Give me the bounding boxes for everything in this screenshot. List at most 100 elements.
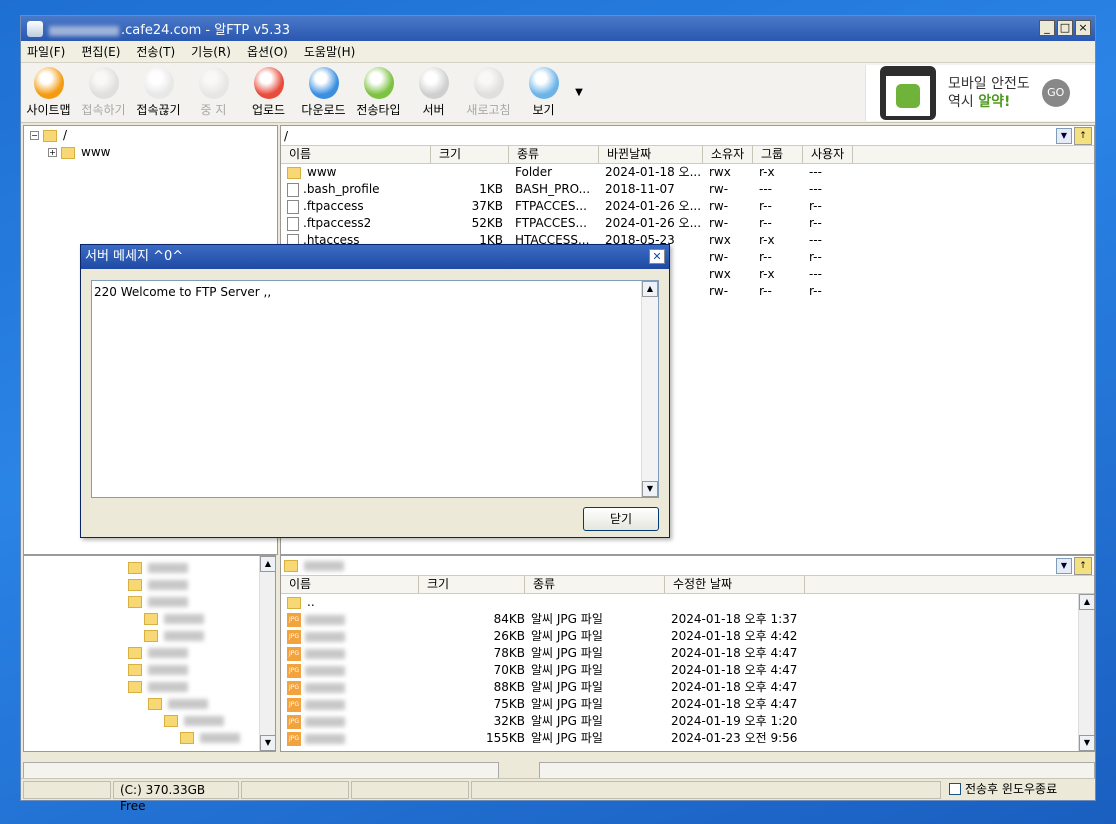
local-col-header[interactable]: 수정한 날짜 [665, 576, 805, 593]
local-tree-scrollbar[interactable]: ▲ ▼ [259, 556, 275, 751]
local-cell: 알씨 JPG 파일 [531, 697, 603, 711]
local-tree-node[interactable] [128, 679, 188, 693]
local-tree-node[interactable] [128, 594, 188, 608]
server-message-box[interactable]: 220 Welcome to FTP Server ,, ▲ ▼ [91, 280, 659, 498]
message-scrollbar[interactable]: ▲ ▼ [641, 281, 658, 497]
toolbar-more-arrow[interactable]: ▼ [571, 63, 587, 122]
path-dropdown-icon[interactable]: ▼ [1056, 128, 1072, 144]
remote-file-row[interactable]: .bash_profile 1KB BASH_PRO... 2018-11-07 rw-… [281, 181, 1094, 198]
remote-cell: r-- [759, 250, 772, 264]
tree-node-www[interactable]: + www [48, 145, 110, 159]
dialog-close-button[interactable]: 닫기 [583, 507, 659, 531]
tree-root[interactable]: − / [30, 128, 67, 142]
remote-file-row[interactable]: www Folder 2024-01-18 오... rwx r-x --- [281, 164, 1094, 181]
toolbar-button-1[interactable]: 접속하기 [76, 63, 131, 122]
scroll-down-icon[interactable]: ▼ [260, 735, 275, 751]
local-file-row[interactable]: JPG 84KB 알씨 JPG 파일 2024-01-18 오후 1:37 [281, 611, 1094, 628]
toolbar-button-2[interactable]: 접속끊기 [131, 63, 186, 122]
menu-file[interactable]: 파일(F) [27, 43, 65, 60]
local-tree-node[interactable] [144, 628, 204, 642]
toolbar-button-0[interactable]: 사이트맵 [21, 63, 76, 122]
ad-line1: 모바일 안전도 [948, 76, 1030, 92]
menu-transfer[interactable]: 전송(T) [136, 43, 175, 60]
local-col-header[interactable]: 크기 [419, 576, 525, 593]
local-tree-node[interactable] [148, 696, 208, 710]
scroll-down-icon[interactable]: ▼ [642, 481, 658, 497]
jpg-file-icon: JPG [287, 731, 301, 746]
local-file-row[interactable]: JPG 75KB 알씨 JPG 파일 2024-01-18 오후 4:47 [281, 696, 1094, 713]
minimize-button[interactable]: _ [1039, 20, 1055, 36]
toolbar-button-7[interactable]: 서버 [406, 63, 461, 122]
local-file-row[interactable]: JPG 70KB 알씨 JPG 파일 2024-01-18 오후 4:47 [281, 662, 1094, 679]
remote-col-header[interactable]: 그룹 [753, 146, 803, 163]
local-file-row[interactable]: JPG 32KB 알씨 JPG 파일 2024-01-19 오후 1:20 [281, 713, 1094, 730]
toolbar-button-6[interactable]: 전송타입 [351, 63, 406, 122]
close-window-button[interactable]: × [1075, 20, 1091, 36]
local-tree-node[interactable] [128, 577, 188, 591]
local-col-header[interactable]: 이름 [281, 576, 419, 593]
scroll-up-icon[interactable]: ▲ [1079, 594, 1094, 610]
remote-cell: rwx [709, 267, 731, 281]
toolbar-button-4[interactable]: 업로드 [241, 63, 296, 122]
scroll-up-icon[interactable]: ▲ [642, 281, 658, 297]
title-bar: .cafe24.com - 알FTP v5.33 _ □ × [21, 16, 1095, 41]
local-tree-hscroll[interactable] [23, 762, 499, 779]
menu-help[interactable]: 도움말(H) [304, 43, 356, 60]
local-file-row[interactable]: JPG 155KB 알씨 JPG 파일 2024-01-23 오전 9:56 [281, 730, 1094, 747]
toolbar-button-8[interactable]: 새로고침 [461, 63, 516, 122]
local-col-header[interactable]: 종류 [525, 576, 665, 593]
parent-folder-icon[interactable]: ↑ [1074, 557, 1092, 575]
remote-cell: r-- [759, 216, 772, 230]
remote-cell: r-x [759, 165, 775, 179]
toolbar-button-5[interactable]: 다운로드 [296, 63, 351, 122]
local-file-list[interactable]: ▼ ↑ 이름 크기 종류 수정한 날짜 .. JPG 84KB 알씨 JPG 파일 2024-… [280, 555, 1095, 752]
dialog-close-icon[interactable]: ✕ [649, 249, 665, 264]
remote-col-header[interactable]: 이름 [281, 146, 431, 163]
expand-icon[interactable]: + [48, 148, 57, 157]
local-file-row[interactable]: JPG 88KB 알씨 JPG 파일 2024-01-18 오후 4:47 [281, 679, 1094, 696]
remote-path-bar[interactable]: / ▼ ↑ [281, 126, 1094, 146]
local-file-row[interactable]: .. [281, 594, 1094, 611]
local-list-hscroll[interactable] [539, 762, 1095, 779]
close-after-transfer[interactable]: 전송후 윈도우종료 [943, 781, 1075, 799]
menu-function[interactable]: 기능(R) [191, 43, 231, 60]
local-tree-node[interactable] [164, 713, 224, 727]
toolbar-button-3[interactable]: 중 지 [186, 63, 241, 122]
go-button[interactable]: GO [1041, 79, 1070, 107]
remote-cell: 37KB [471, 199, 503, 213]
folder-icon [128, 561, 142, 574]
local-cell: 75KB [493, 697, 525, 711]
local-file-row[interactable]: JPG 26KB 알씨 JPG 파일 2024-01-18 오후 4:42 [281, 628, 1094, 645]
remote-file-row[interactable]: .ftpaccess 37KB FTPACCES... 2024-01-26 오...… [281, 198, 1094, 215]
scroll-up-icon[interactable]: ▲ [260, 556, 275, 572]
ad-banner[interactable]: 모바일 안전도 역시 알약! GO [865, 65, 1095, 121]
local-path-bar[interactable]: ▼ ↑ [281, 556, 1094, 576]
menu-options[interactable]: 옵션(O) [247, 43, 288, 60]
local-tree-node[interactable] [128, 662, 188, 676]
local-tree-node[interactable] [180, 730, 240, 744]
folder-icon [128, 680, 142, 693]
menu-edit[interactable]: 편집(E) [81, 43, 120, 60]
remote-col-header[interactable]: 소유자 [703, 146, 753, 163]
remote-col-header[interactable]: 바뀐날짜 [599, 146, 703, 163]
folder-icon [128, 663, 142, 676]
scroll-down-icon[interactable]: ▼ [1079, 735, 1094, 751]
collapse-icon[interactable]: − [30, 131, 39, 140]
remote-col-header[interactable]: 종류 [509, 146, 599, 163]
local-tree-node[interactable] [128, 645, 188, 659]
remote-col-header[interactable]: 크기 [431, 146, 509, 163]
path-dropdown-icon[interactable]: ▼ [1056, 558, 1072, 574]
maximize-button[interactable]: □ [1057, 20, 1073, 36]
local-tree[interactable]: ▲ ▼ [23, 555, 276, 752]
remote-cell: rw- [709, 199, 729, 213]
toolbar-button-9[interactable]: 보기 [516, 63, 571, 122]
local-cell: 알씨 JPG 파일 [531, 629, 603, 643]
remote-col-header[interactable]: 사용자 [803, 146, 853, 163]
remote-file-row[interactable]: .ftpaccess2 52KB FTPACCES... 2024-01-26 오..… [281, 215, 1094, 232]
parent-folder-icon[interactable]: ↑ [1074, 127, 1092, 145]
checkbox-icon[interactable] [949, 783, 961, 795]
local-tree-node[interactable] [144, 611, 204, 625]
local-file-row[interactable]: JPG 78KB 알씨 JPG 파일 2024-01-18 오후 4:47 [281, 645, 1094, 662]
local-tree-node[interactable] [128, 560, 188, 574]
local-list-scrollbar[interactable]: ▲ ▼ [1078, 594, 1094, 751]
